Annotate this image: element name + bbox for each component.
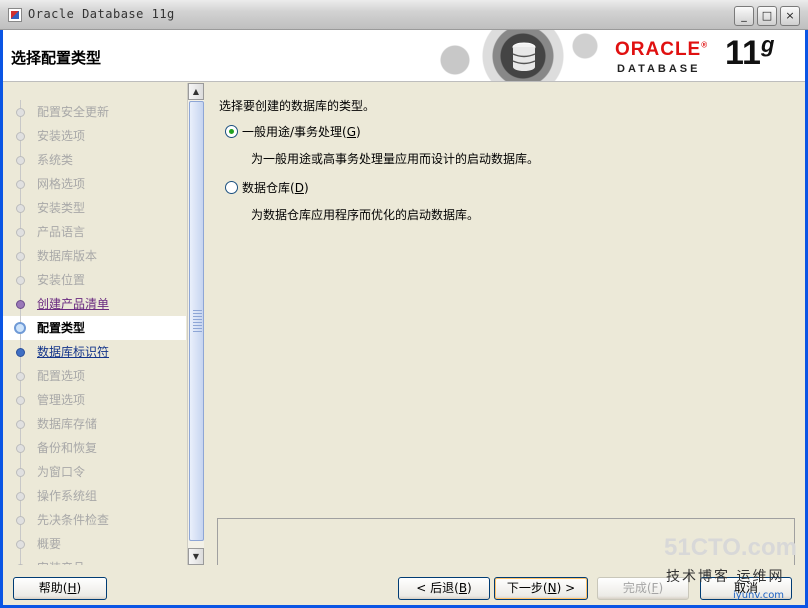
step-dot-icon [16,276,25,285]
nav-step: 为窗口令 [3,460,186,484]
nav-step-label: 配置安全更新 [37,105,110,119]
nav-step: 数据库版本 [3,244,186,268]
oracle-logo: ORACLE® [615,39,709,60]
nav-scrollbar[interactable]: ▲ ▼ [187,83,204,565]
nav-step-label: 安装类型 [37,201,86,215]
nav-step: 备份和恢复 [3,436,186,460]
nav-step: 管理选项 [3,388,186,412]
watermark-url: iyunv.com [733,590,785,601]
nav-step-label: 操作系统组 [37,489,98,503]
nav-step: 网格选项 [3,172,186,196]
radio-data-warehouse[interactable] [225,181,238,194]
step-dot-icon [16,396,25,405]
watermark-site: 51CTO.com [664,534,797,561]
step-list: 配置安全更新 安装选项系统类网格选项安装类型产品语言数据库版本安装位置创建产品清单… [3,100,186,565]
nav-step: 安装位置 [3,268,186,292]
nav-step-label: 系统类 [37,153,74,167]
step-dot-icon [16,348,25,357]
version-label: 11g [725,32,775,72]
nav-step: 安装类型 [3,196,186,220]
nav-step: 配置安全更新 [3,100,186,124]
nav-step: 安装选项 [3,124,186,148]
step-dot-icon [16,180,25,189]
option-data-warehouse[interactable]: 数据仓库(D) [225,179,309,196]
nav-step: 数据库存储 [3,412,186,436]
scroll-down-button[interactable]: ▼ [188,548,204,565]
step-dot-icon [16,252,25,261]
nav-step: 配置类型 [3,316,186,340]
prompt-text: 选择要创建的数据库的类型。 [219,99,376,113]
nav-step[interactable]: 数据库标识符 [3,340,186,364]
maximize-button[interactable]: □ [757,6,777,26]
nav-step-label: 产品语言 [37,225,86,239]
nav-step-label: 概要 [37,537,62,551]
nav-step-label: 配置选项 [37,369,86,383]
step-dot-icon [16,516,25,525]
minimize-button[interactable]: _ [734,6,754,26]
step-dot-icon [16,372,25,381]
back-button[interactable]: < 后退(B) [398,577,490,600]
nav-step-label: 备份和恢复 [37,441,98,455]
step-dot-icon [16,132,25,141]
scroll-up-button[interactable]: ▲ [188,83,204,100]
option-general-purpose-description: 为一般用途或高事务处理量应用而设计的启动数据库。 [251,152,540,166]
content-panel: 选择要创建的数据库的类型。 一般用途/事务处理(G) 为一般用途或高事务处理量应… [205,83,805,594]
option-general-purpose[interactable]: 一般用途/事务处理(G) [225,123,361,140]
step-dot-icon [16,492,25,501]
nav-step-label: 配置类型 [37,321,86,335]
step-dot-icon [16,156,25,165]
nav-step-label: 数据库标识符 [37,345,110,359]
app-icon [8,8,22,22]
radio-general-purpose[interactable] [225,125,238,138]
step-dot-icon [16,444,25,453]
step-dot-icon [16,300,25,309]
title-bar[interactable]: Oracle Database 11g _ □ × [0,0,808,30]
step-dot-icon [16,420,25,429]
scroll-thumb[interactable] [189,101,204,541]
nav-step: 安装产品 [3,556,186,565]
nav-step-label: 数据库存储 [37,417,98,431]
nav-step-label: 创建产品清单 [37,297,110,311]
installer-window: Oracle Database 11g _ □ × 选择配置类型 ORACLE®… [0,0,808,608]
nav-step-label: 为窗口令 [37,465,86,479]
window-title: Oracle Database 11g [28,7,175,21]
step-dot-icon [16,468,25,477]
nav-step: 系统类 [3,148,186,172]
nav-step: 操作系统组 [3,484,186,508]
database-icon [512,42,536,71]
nav-step: 概要 [3,532,186,556]
oracle-database-label: DATABASE [617,63,701,75]
step-dot-icon [16,228,25,237]
page-title: 选择配置类型 [11,49,102,67]
option-data-warehouse-description: 为数据仓库应用程序而优化的启动数据库。 [251,208,480,222]
dialog-body: 选择配置类型 ORACLE® DATABASE 11g 配置安全更新 安装选项系统… [3,30,805,605]
header-band: 选择配置类型 ORACLE® DATABASE 11g [3,30,805,82]
nav-step: 产品语言 [3,220,186,244]
nav-step-label: 网格选项 [37,177,86,191]
nav-step-label: 管理选项 [37,393,86,407]
nav-step-label: 安装选项 [37,129,86,143]
step-dot-icon [16,540,25,549]
nav-step: 先决条件检查 [3,508,186,532]
scroll-grip-icon [193,310,202,332]
next-button[interactable]: 下一步(N) > [494,577,588,600]
help-button[interactable]: 帮助(H) [13,577,107,600]
close-button[interactable]: × [780,6,800,26]
nav-step-label: 数据库版本 [37,249,98,263]
nav-step: 配置选项 [3,364,186,388]
step-dot-icon [14,322,26,334]
step-dot-icon [16,204,25,213]
nav-step[interactable]: 创建产品清单 [3,292,186,316]
nav-step-label: 先决条件检查 [37,513,110,527]
watermark-slogan: 技术博客 运维网 [666,569,785,585]
step-dot-icon [16,108,25,117]
nav-step-label: 安装位置 [37,273,86,287]
step-navigation: 配置安全更新 安装选项系统类网格选项安装类型产品语言数据库版本安装位置创建产品清单… [3,83,204,565]
